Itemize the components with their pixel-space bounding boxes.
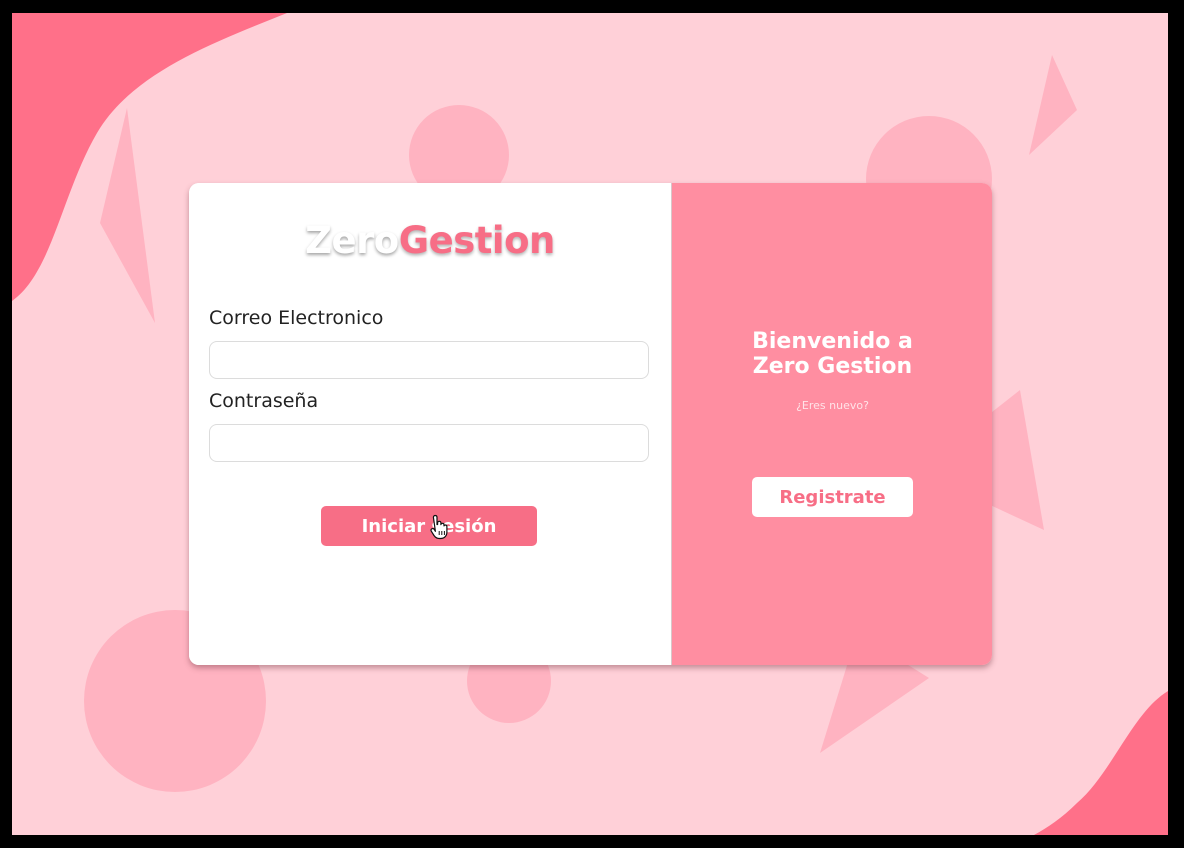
bottom-right-blob	[1034, 691, 1168, 835]
password-field[interactable]	[209, 424, 649, 462]
welcome-subtitle: ¿Eres nuevo?	[796, 399, 869, 412]
triangle-left	[100, 108, 155, 323]
app-logo: ZeroGestion	[189, 219, 671, 262]
welcome-title: Bienvenido a Zero Gestion	[672, 329, 992, 379]
logo-zero: Zero	[305, 219, 399, 262]
welcome-panel: Bienvenido a Zero Gestion ¿Eres nuevo? R…	[671, 183, 992, 665]
logo-gestion: Gestion	[398, 219, 556, 262]
hand-pointer-icon	[430, 514, 448, 540]
welcome-title-line2: Zero Gestion	[752, 354, 913, 379]
login-button[interactable]: Iniciar sesión	[321, 506, 537, 546]
register-button[interactable]: Registrate	[752, 477, 913, 517]
login-screen: ZeroGestion Correo Electronico Contraseñ…	[12, 13, 1168, 835]
login-panel: ZeroGestion Correo Electronico Contraseñ…	[189, 183, 671, 665]
email-label: Correo Electronico	[209, 307, 384, 329]
triangle-top-right	[1029, 55, 1077, 155]
login-card: ZeroGestion Correo Electronico Contraseñ…	[189, 183, 992, 665]
email-field[interactable]	[209, 341, 649, 379]
password-label: Contraseña	[209, 390, 319, 412]
welcome-title-line1: Bienvenido a	[752, 329, 913, 354]
